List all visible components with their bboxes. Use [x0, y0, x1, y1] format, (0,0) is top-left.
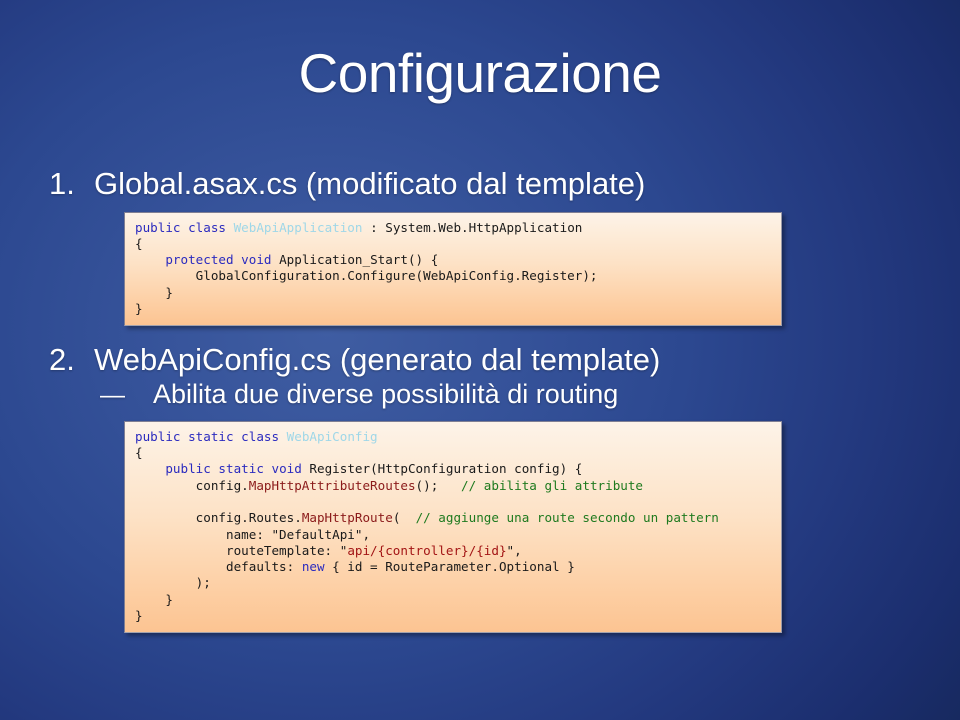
code-line: public static void Register(HttpConfigur…: [135, 461, 771, 477]
code-token: MapHttpRoute: [301, 510, 393, 526]
code-token: { id = RouteParameter.Optional }: [324, 559, 575, 575]
code-line: name: "DefaultApi",: [135, 527, 771, 543]
list-marker-1: 1.: [49, 166, 75, 201]
slide-canvas: Configurazione 1. Global.asax.cs (modifi…: [0, 0, 960, 720]
list-item-1-line: 1. Global.asax.cs (modificato dal templa…: [0, 166, 960, 203]
code-token: Register(HttpConfiguration config) {: [309, 461, 583, 477]
code-line: }: [135, 301, 771, 317]
code-line: config.Routes.MapHttpRoute( // aggiunge …: [135, 510, 771, 526]
code-token: protected void: [165, 252, 280, 268]
code-line: defaults: new { id = RouteParameter.Opti…: [135, 559, 771, 575]
list-marker-2: 2.: [49, 342, 75, 378]
list-item-2: 2. WebApiConfig.cs (generato dal templat…: [0, 342, 960, 634]
code-token: Application_Start() {: [279, 252, 439, 268]
code-token: WebApiConfig: [286, 428, 378, 444]
code-token: }: [135, 591, 173, 607]
code-token: public class: [135, 219, 234, 235]
code-token: config.: [135, 477, 249, 493]
list-item-1-label: Global.asax.cs (modificato dal template): [94, 166, 646, 201]
slide-title: Configurazione: [298, 42, 662, 104]
code-line: protected void Application_Start() {: [135, 252, 771, 268]
code-token: }: [135, 284, 173, 300]
code-block-webapiconfig: public static class WebApiConfig{ public…: [124, 420, 782, 634]
code-token: );: [135, 575, 211, 591]
code-line: config.MapHttpAttributeRoutes(); // abil…: [135, 478, 771, 494]
code-line: public static class WebApiConfig: [135, 429, 771, 445]
code-token: : System.Web.HttpApplication: [362, 219, 583, 235]
code-block-global-asax: public class WebApiApplication : System.…: [124, 211, 782, 327]
code-token: GlobalConfiguration.Configure(WebApiConf…: [135, 268, 598, 284]
code-token: new: [301, 559, 325, 575]
code-line: {: [135, 445, 771, 461]
sub-list-item: — Abilita due diverse possibilità di rou…: [0, 379, 960, 411]
code-token: (: [392, 510, 416, 526]
code-token: // aggiunge una route secondo un pattern: [415, 510, 719, 526]
code-token: WebApiApplication: [233, 219, 363, 235]
code-token: public static void: [165, 461, 310, 477]
code-token: config.Routes.: [135, 510, 302, 526]
slide-body: 1. Global.asax.cs (modificato dal templa…: [0, 166, 960, 634]
code-token: {: [135, 235, 143, 251]
code-token: {: [135, 445, 143, 461]
code-line: {: [135, 236, 771, 252]
code-token: api/{controller}/{id}: [347, 542, 507, 558]
code-token: routeTemplate: ": [135, 542, 348, 558]
code-token: defaults:: [135, 559, 302, 575]
code-token: }: [135, 608, 143, 624]
list-item-2-label: WebApiConfig.cs (generato dal template): [94, 342, 661, 378]
code-line: }: [135, 608, 771, 624]
code-line: }: [135, 592, 771, 608]
sub-list-item-label: Abilita due diverse possibilità di routi…: [153, 378, 619, 409]
code-line: }: [135, 285, 771, 301]
sub-list-marker: —: [100, 380, 125, 409]
code-token: public static class: [135, 428, 287, 444]
code-token: name: "DefaultApi",: [135, 526, 371, 542]
code-line: );: [135, 575, 771, 591]
code-line: GlobalConfiguration.Configure(WebApiConf…: [135, 268, 771, 284]
code-token: // abilita gli attribute: [461, 477, 644, 493]
code-line: routeTemplate: "api/{controller}/{id}",: [135, 543, 771, 559]
code-token: }: [135, 301, 143, 317]
list-item-2-line: 2. WebApiConfig.cs (generato dal templat…: [0, 342, 960, 379]
code-token: ",: [506, 542, 522, 558]
code-line: public class WebApiApplication : System.…: [135, 220, 771, 236]
code-token: ();: [415, 477, 462, 493]
code-token: MapHttpAttributeRoutes: [248, 477, 416, 493]
list-item-1: 1. Global.asax.cs (modificato dal templa…: [0, 166, 960, 327]
